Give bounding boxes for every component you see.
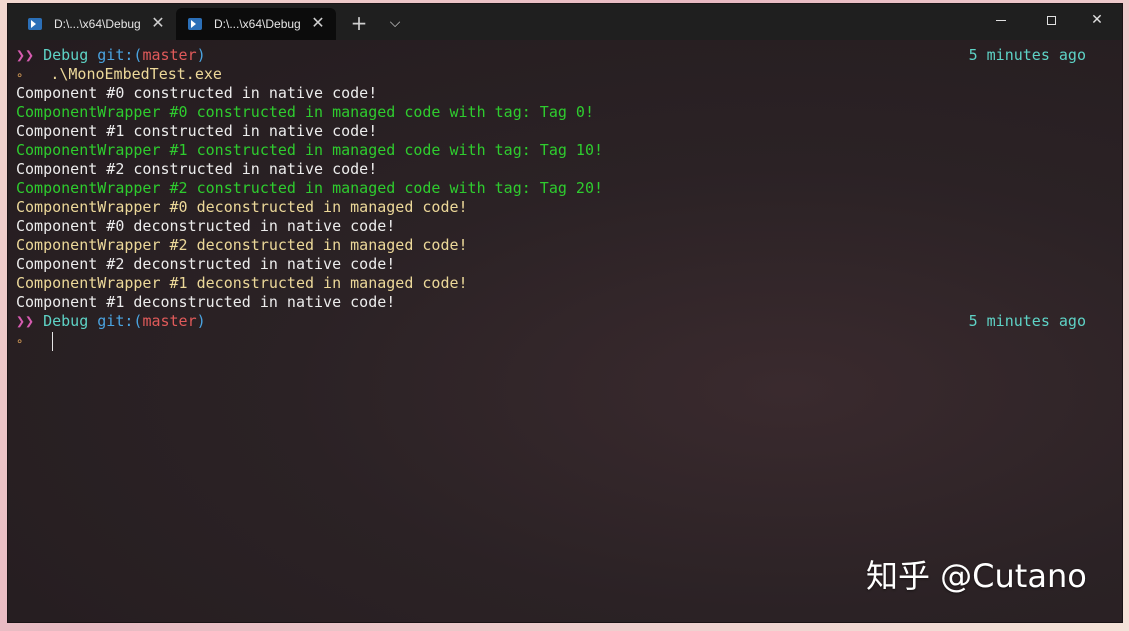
minimize-button[interactable]: [978, 4, 1024, 36]
close-window-button[interactable]: ✕: [1074, 4, 1120, 36]
output-line: ComponentWrapper #0 deconstructed in man…: [16, 198, 468, 216]
prompt-marker-icon: ∘: [16, 334, 24, 348]
git-suffix: ): [196, 312, 206, 330]
prompt-timestamp: 5 minutes ago: [968, 312, 1086, 330]
command-text: .\MonoEmbedTest.exe: [50, 65, 222, 83]
command-line: ∘ .\MonoEmbedTest.exe: [16, 65, 222, 84]
prompt-arrow-icon: ❯❯: [16, 312, 35, 330]
git-prefix: git:(: [97, 46, 143, 64]
output-line: Component #2 constructed in native code!: [16, 160, 378, 178]
prompt-line: ❯❯ Debug git:(master): [16, 312, 206, 331]
output-line: Component #0 deconstructed in native cod…: [16, 217, 396, 235]
maximize-button[interactable]: [1028, 4, 1074, 36]
output-line: Component #1 deconstructed in native cod…: [16, 293, 396, 311]
output-line: ComponentWrapper #1 deconstructed in man…: [16, 274, 468, 292]
tab-label: D:\...\x64\Debug: [214, 17, 301, 31]
output-line: ComponentWrapper #1 constructed in manag…: [16, 141, 603, 159]
output-line: Component #0 constructed in native code!: [16, 84, 378, 102]
output-line: ComponentWrapper #0 constructed in manag…: [16, 103, 594, 121]
tab-debug-1[interactable]: D:\...\x64\Debug ✕: [16, 8, 176, 40]
maximize-icon: [1046, 15, 1056, 25]
terminal-content[interactable]: ❯❯ Debug git:(master) 5 minutes ago ∘ .\…: [8, 40, 1122, 622]
terminal-window: D:\...\x64\Debug ✕ D:\...\x64\Debug ✕ + …: [8, 4, 1122, 622]
powershell-icon: [188, 18, 202, 30]
output-line: Component #1 constructed in native code!: [16, 122, 378, 140]
desktop-background: D:\...\x64\Debug ✕ D:\...\x64\Debug ✕ + …: [0, 0, 1129, 631]
git-prefix: git:(: [97, 312, 143, 330]
close-icon: ✕: [1091, 12, 1103, 28]
watermark: 知乎 @Cutano: [866, 557, 1087, 595]
tab-dropdown-button[interactable]: ⌵: [384, 12, 406, 34]
output-line: Component #2 deconstructed in native cod…: [16, 255, 396, 273]
minimize-icon: [996, 19, 1006, 21]
prompt-arrow-icon: ❯❯: [16, 46, 35, 64]
git-branch: master: [142, 312, 197, 330]
prompt-timestamp: 5 minutes ago: [968, 46, 1086, 64]
prompt-directory: Debug: [43, 46, 89, 64]
new-tab-button[interactable]: +: [348, 12, 370, 34]
close-tab-icon[interactable]: ✕: [310, 16, 326, 32]
close-tab-icon[interactable]: ✕: [150, 16, 166, 32]
git-suffix: ): [196, 46, 206, 64]
prompt-marker-icon: ∘: [16, 68, 24, 82]
powershell-icon: [28, 18, 42, 30]
input-line[interactable]: ∘: [16, 331, 23, 350]
output-line: ComponentWrapper #2 deconstructed in man…: [16, 236, 468, 254]
text-cursor: [52, 332, 53, 351]
title-bar[interactable]: D:\...\x64\Debug ✕ D:\...\x64\Debug ✕ + …: [8, 4, 1122, 40]
prompt-directory: Debug: [43, 312, 89, 330]
tab-label: D:\...\x64\Debug: [54, 17, 141, 31]
output-line: ComponentWrapper #2 constructed in manag…: [16, 179, 603, 197]
prompt-line: ❯❯ Debug git:(master): [16, 46, 206, 65]
tab-debug-2[interactable]: D:\...\x64\Debug ✕: [176, 8, 336, 40]
git-branch: master: [142, 46, 197, 64]
